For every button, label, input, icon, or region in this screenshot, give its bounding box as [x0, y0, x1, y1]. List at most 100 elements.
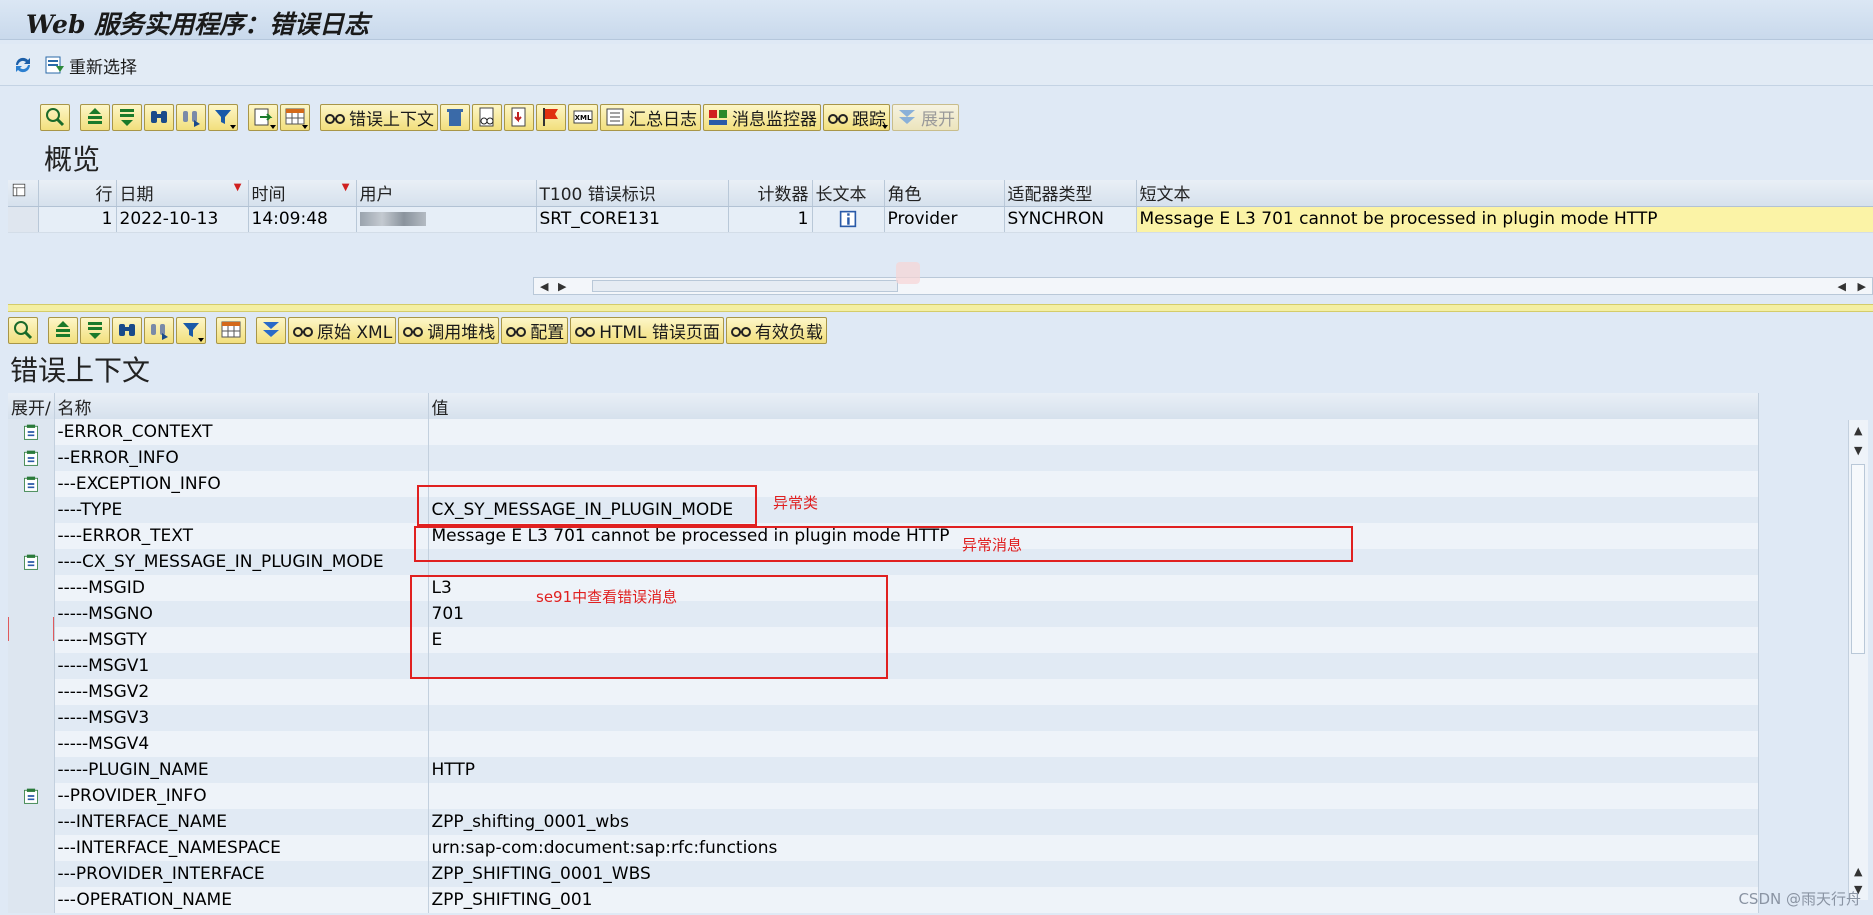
details-button[interactable] — [40, 103, 70, 131]
trace-button[interactable]: 跟踪 — [823, 103, 890, 131]
document-glasses-icon — [476, 106, 498, 128]
col-longtext[interactable]: 长文本 — [812, 180, 885, 207]
scroll-up-icon[interactable]: ▲ — [1854, 424, 1862, 437]
tree-expand-cell[interactable] — [8, 783, 55, 809]
row-selector[interactable] — [8, 206, 39, 233]
tree-expand-cell[interactable] — [8, 471, 55, 497]
refresh-button[interactable] — [12, 52, 34, 78]
expand-node-icon[interactable] — [22, 449, 40, 467]
expand-node-icon[interactable] — [22, 787, 40, 805]
tree-expand-cell[interactable] — [8, 419, 55, 445]
select-all-cell[interactable] — [8, 180, 39, 207]
payload-button[interactable]: 有效负载 — [725, 316, 827, 344]
download-button[interactable] — [504, 103, 534, 131]
scroll-up-icon[interactable]: ▲ — [1854, 865, 1862, 878]
col-user[interactable]: 用户 — [356, 180, 537, 207]
cell-longtext[interactable] — [812, 206, 885, 233]
expand-node-icon[interactable] — [22, 423, 40, 441]
tree-row[interactable]: ---OPERATION_NAME ZPP_SHIFTING_001 — [8, 887, 1759, 913]
call-stack-button[interactable]: 调用堆栈 — [398, 316, 500, 344]
expand-chevron-icon — [896, 106, 918, 128]
scroll-right-icon[interactable]: ▶ — [1858, 280, 1866, 293]
tree-node-value — [428, 783, 1759, 809]
overview-header-row: 行 日期 ▼ 时间 ▼ 用户 T100 错误标识 计数器 长文本 角色 适配器类型 … — [8, 180, 1873, 207]
summary-log-button[interactable]: 汇总日志 — [600, 103, 701, 131]
tree-row[interactable]: ---EXCEPTION_INFO — [8, 471, 1759, 497]
layout-button[interactable] — [280, 103, 310, 131]
expand-node-icon[interactable] — [22, 553, 40, 571]
tree-row[interactable]: -----PLUGIN_NAME HTTP — [8, 757, 1759, 783]
expand-all-button[interactable] — [256, 316, 286, 344]
scroll-down-icon[interactable]: ▼ — [1854, 444, 1862, 457]
details-button[interactable] — [8, 316, 38, 344]
scroll-thumb[interactable] — [1851, 464, 1865, 654]
expand-node-icon[interactable] — [22, 475, 40, 493]
overview-title: 概览 — [44, 143, 101, 176]
col-role[interactable]: 角色 — [884, 180, 1005, 207]
scroll-right-icon[interactable]: ▶ — [558, 280, 566, 293]
tree-row[interactable]: ---PROVIDER_INTERFACE ZPP_SHIFTING_0001_W… — [8, 861, 1759, 887]
display-button[interactable] — [472, 103, 502, 131]
error-context-button[interactable]: 错误上下文 — [320, 103, 438, 131]
scroll-left-icon[interactable]: ◀ — [540, 280, 548, 293]
find-button[interactable] — [144, 103, 174, 131]
expand-button[interactable]: 展开 — [892, 103, 959, 131]
flag-button[interactable] — [536, 103, 566, 131]
document-download-icon — [508, 106, 530, 128]
html-error-page-button[interactable]: HTML 错误页面 — [570, 316, 724, 344]
tree-row[interactable]: --PROVIDER_INFO — [8, 783, 1759, 809]
col-date[interactable]: 日期 ▼ — [116, 180, 249, 207]
filter-button[interactable] — [208, 103, 238, 131]
col-name[interactable]: 名称 — [54, 393, 429, 419]
raw-xml-button[interactable]: 原始 XML — [288, 316, 397, 344]
col-expand[interactable]: 展开/ — [8, 393, 55, 419]
tree-row[interactable]: --ERROR_INFO — [8, 445, 1759, 471]
tree-node-value: ZPP_SHIFTING_0001_WBS — [428, 861, 1759, 887]
tree-row[interactable]: -----MSGV3 — [8, 705, 1759, 731]
summary-log-label: 汇总日志 — [629, 109, 697, 130]
col-time[interactable]: 时间 ▼ — [248, 180, 357, 207]
sort-desc-button[interactable] — [112, 103, 142, 131]
scroll-left-icon[interactable]: ◀ — [1838, 280, 1846, 293]
tree-row[interactable]: -----MSGV2 — [8, 679, 1759, 705]
col-counter[interactable]: 计数器 — [728, 180, 813, 207]
tree-node-value — [428, 419, 1759, 445]
filter-button[interactable] — [176, 316, 206, 344]
tree-node-value: ZPP_shifting_0001_wbs — [428, 809, 1759, 835]
export-button[interactable] — [248, 103, 278, 131]
delete-button[interactable] — [440, 103, 470, 131]
col-shorttext[interactable]: 短文本 — [1136, 180, 1873, 207]
tree-row[interactable]: ---INTERFACE_NAME ZPP_shifting_0001_wbs — [8, 809, 1759, 835]
info-icon[interactable] — [839, 210, 857, 228]
tree-expand-cell[interactable] — [8, 549, 55, 575]
magnifier-icon — [12, 319, 34, 341]
message-monitor-button[interactable]: 消息监控器 — [703, 103, 821, 131]
tree-vscroll[interactable]: ▲ ▼ ▲ ▼ — [1848, 420, 1868, 900]
expand-label: 展开 — [921, 109, 955, 130]
overview-hscroll[interactable]: ◀ ▶ ◀ ▶ — [533, 277, 1873, 295]
scroll-thumb[interactable] — [592, 280, 898, 292]
reselect-button[interactable]: 重新选择 — [44, 52, 137, 78]
sort-desc-button[interactable] — [80, 316, 110, 344]
sort-asc-button[interactable] — [80, 103, 110, 131]
table-row[interactable]: 1 2022-10-13 14:09:48 SRT_CORE131 1 Prov… — [8, 206, 1873, 233]
splitter-handle[interactable] — [8, 304, 1873, 312]
tree-row[interactable]: -----MSGV4 — [8, 731, 1759, 757]
tree-row[interactable]: ---INTERFACE_NAMESPACE urn:sap-com:docume… — [8, 835, 1759, 861]
error-context-label: 错误上下文 — [349, 109, 434, 130]
find-next-button[interactable] — [144, 316, 174, 344]
find-button[interactable] — [112, 316, 142, 344]
tree-expand-cell[interactable] — [8, 445, 55, 471]
table-view-button[interactable] — [216, 316, 246, 344]
col-value[interactable]: 值 — [428, 393, 1759, 419]
col-t100[interactable]: T100 错误标识 — [536, 180, 729, 207]
config-button[interactable]: 配置 — [501, 316, 569, 344]
xml-button[interactable]: XML — [568, 103, 598, 131]
tree-row[interactable]: -ERROR_CONTEXT — [8, 419, 1759, 445]
sort-asc-button[interactable] — [48, 316, 78, 344]
col-adapter[interactable]: 适配器类型 — [1004, 180, 1137, 207]
find-next-button[interactable] — [176, 103, 206, 131]
tree-row[interactable]: ----TYPE CX_SY_MESSAGE_IN_PLUGIN_MODE — [8, 497, 1759, 523]
tree-node-name: -----MSGV4 — [54, 731, 429, 757]
col-row[interactable]: 行 — [38, 180, 117, 207]
